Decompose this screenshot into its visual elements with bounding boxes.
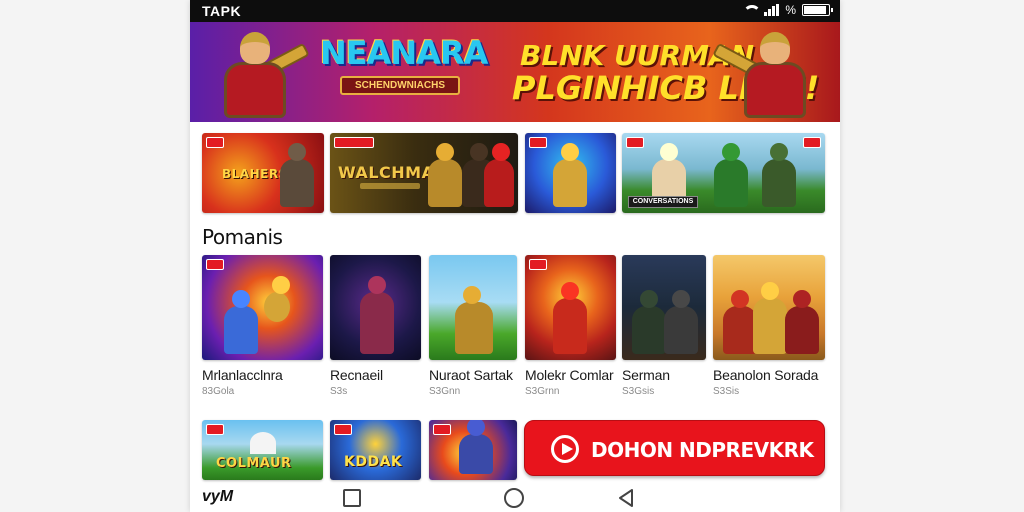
promo-banner[interactable]: NEANARA SCHENDWNIACHS BLNK UURMAN PLGINH… [190, 22, 840, 122]
new-badge [334, 137, 374, 148]
nav-logo: vyM [202, 488, 234, 505]
game-thumbnail-title: KDDAK [344, 454, 403, 470]
nav-bar: vyM [190, 484, 840, 512]
wifi-icon [742, 4, 762, 16]
game-thumbnail[interactable] [525, 255, 616, 360]
new-badge [206, 137, 224, 148]
featured-tile-title: BLAHERS [222, 167, 288, 181]
percent-icon: % [785, 3, 796, 17]
character-figure [714, 159, 748, 207]
character-figure [280, 159, 314, 207]
new-badge [626, 137, 644, 148]
featured-tile[interactable] [525, 133, 616, 213]
character-figure [785, 306, 819, 354]
home-icon[interactable] [504, 488, 524, 508]
recent-apps-icon[interactable] [343, 489, 361, 507]
new-badge [529, 137, 547, 148]
back-icon[interactable] [616, 488, 636, 508]
game-thumbnail[interactable] [330, 255, 421, 360]
banner-logo-title: NEANARA [320, 34, 488, 72]
game-thumbnail[interactable] [429, 420, 517, 480]
game-thumbnail[interactable] [713, 255, 825, 360]
banner-logo: NEANARA SCHENDWNIACHS [320, 34, 488, 95]
game-subtitle: S3Gsis [622, 386, 655, 397]
game-thumbnail[interactable] [429, 255, 517, 360]
character-figure [459, 434, 493, 474]
character-figure [762, 159, 796, 207]
title-underline [360, 183, 420, 189]
battery-level [804, 6, 827, 14]
game-subtitle: S3Gnn [429, 386, 461, 397]
signal-icon [764, 4, 780, 16]
game-thumbnail-title: COLMAUR [216, 456, 292, 471]
game-title[interactable]: Serman [622, 367, 670, 383]
status-icons: % [742, 3, 833, 17]
banner-hero-left [202, 26, 312, 122]
game-title[interactable]: Nuraot Sartak [429, 367, 513, 383]
character-figure [553, 298, 587, 354]
building-dome [250, 432, 276, 454]
character-figure [428, 159, 462, 207]
game-thumbnail[interactable] [622, 255, 706, 360]
download-button-label: DOHON NDPREVKRK [591, 438, 814, 462]
game-subtitle: S3Grnn [525, 386, 560, 397]
character-figure [224, 306, 258, 354]
character-figure [484, 159, 514, 207]
game-thumbnail[interactable]: COLMAUR [202, 420, 323, 480]
new-badge [433, 424, 451, 435]
banner-logo-subtitle: SCHENDWNIACHS [340, 76, 460, 95]
game-title[interactable]: Molekr Comlar [525, 367, 614, 383]
character-figure [455, 302, 493, 354]
character-figure [553, 159, 587, 207]
new-badge [803, 137, 821, 148]
featured-tile-label: CONVERSATIONS [628, 196, 698, 208]
featured-tile[interactable]: CONVERSATIONS [622, 133, 825, 213]
status-app-label: TAPK [202, 3, 242, 19]
new-badge [206, 259, 224, 270]
character-figure [723, 306, 757, 354]
phone-screen: TAPK % NEANARA SCHENDWNIACHS BLNK UURMAN… [190, 0, 840, 512]
game-thumbnail[interactable]: KDDAK [330, 420, 421, 480]
banner-hero-right [712, 26, 832, 122]
character-figure [632, 306, 666, 354]
status-bar: TAPK % [190, 0, 840, 22]
game-title[interactable]: Beanolon Sorada [713, 367, 818, 383]
game-title[interactable]: Mrlanlacclnra [202, 367, 283, 383]
featured-tile[interactable]: BLAHERS [202, 133, 324, 213]
character-figure [664, 306, 698, 354]
new-badge [206, 424, 224, 435]
game-subtitle: S3s [330, 386, 348, 397]
section-title: Pomanis [202, 225, 283, 249]
character-figure [753, 298, 787, 354]
game-title[interactable]: Recnaeil [330, 367, 383, 383]
play-icon [551, 435, 579, 463]
game-thumbnail[interactable] [202, 255, 323, 360]
battery-icon [802, 4, 833, 16]
featured-tile[interactable]: WALCHMAN [330, 133, 518, 213]
game-subtitle: S3Sis [713, 386, 740, 397]
new-badge [529, 259, 547, 270]
game-subtitle: 83Gola [202, 386, 235, 397]
download-button[interactable]: DOHON NDPREVKRK [524, 420, 825, 476]
character-figure [360, 292, 394, 354]
emblem-figure [264, 292, 290, 322]
new-badge [334, 424, 352, 435]
